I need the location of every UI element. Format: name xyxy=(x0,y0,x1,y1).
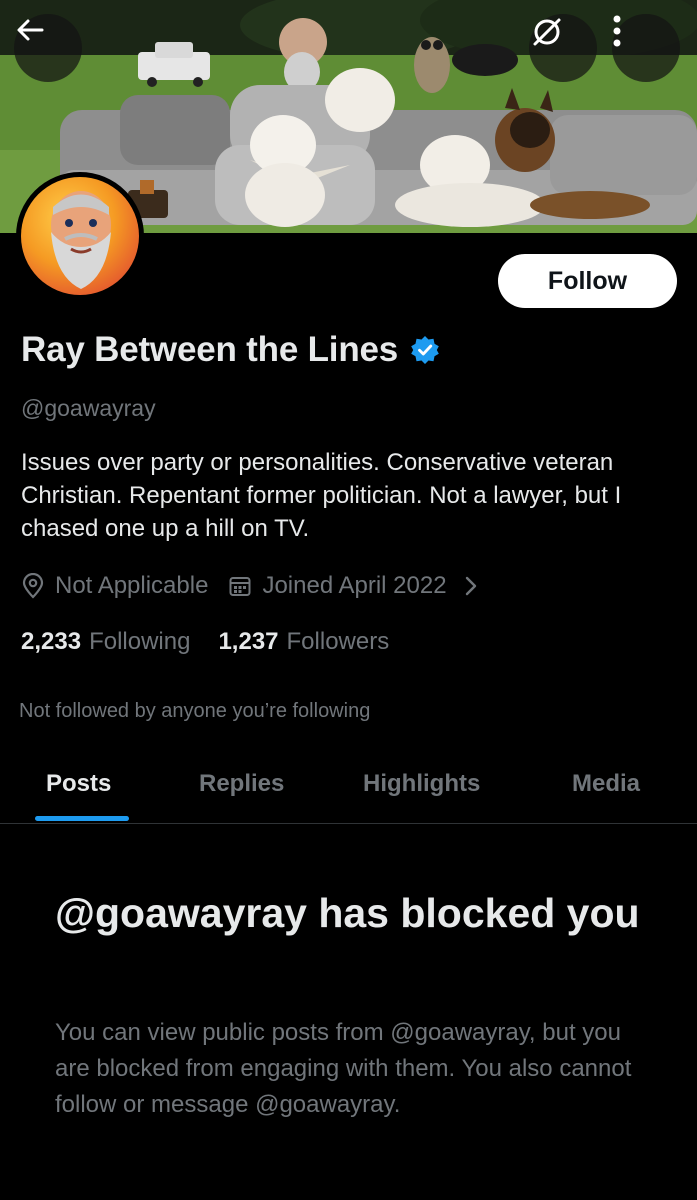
tab-posts[interactable]: Posts xyxy=(46,770,111,798)
profile-bio: Issues over party or personalities. Cons… xyxy=(21,449,622,542)
profile-tabs: Posts Replies Highlights Media xyxy=(0,752,697,824)
name-row: Ray Between the Lines xyxy=(21,330,440,370)
calendar-icon xyxy=(229,577,251,596)
more-options-button[interactable] xyxy=(612,14,680,82)
location-item: Not Applicable xyxy=(21,572,208,600)
verified-badge-icon[interactable] xyxy=(410,335,440,365)
grok-button[interactable] xyxy=(529,14,597,82)
followers-count: 1,237 xyxy=(218,628,279,655)
back-arrow-icon xyxy=(17,19,44,41)
joined-item[interactable]: Joined April 2022 xyxy=(228,572,490,600)
following-label: Following xyxy=(89,628,191,655)
back-button[interactable] xyxy=(14,14,82,82)
avatar-illustration xyxy=(51,191,111,289)
blocked-description: You can view public posts from @goawayra… xyxy=(55,1019,632,1118)
profile-screen: Follow Ray Between the Lines @goawayray … xyxy=(0,0,697,1200)
following-count: 2,233 xyxy=(21,628,82,655)
grok-icon xyxy=(533,18,561,46)
profile-meta: Not Applicable Joined April 2022 xyxy=(21,572,491,600)
follow-stats: 2,233 Following 1,237 Followers xyxy=(21,628,389,656)
avatar-image xyxy=(21,177,139,295)
chevron-right-icon xyxy=(465,576,476,596)
joined-text: Joined April 2022 xyxy=(262,572,447,599)
more-vertical-icon xyxy=(613,15,621,47)
user-handle: @goawayray xyxy=(21,395,156,421)
display-name: Ray Between the Lines xyxy=(21,330,399,369)
blocked-title: @goawayray has blocked you xyxy=(55,890,640,936)
location-pin-icon xyxy=(22,573,44,599)
location-text: Not Applicable xyxy=(55,572,209,599)
tab-media[interactable]: Media xyxy=(572,770,640,798)
followers-stat[interactable]: 1,237 Followers xyxy=(218,628,389,656)
tab-replies[interactable]: Replies xyxy=(199,770,284,798)
profile-avatar[interactable] xyxy=(16,172,144,300)
following-stat[interactable]: 2,233 Following xyxy=(21,628,190,656)
followers-label: Followers xyxy=(286,628,390,655)
active-tab-indicator xyxy=(35,816,129,821)
tab-highlights[interactable]: Highlights xyxy=(363,770,480,798)
follow-button[interactable]: Follow xyxy=(498,254,677,308)
followed-by-note: Not followed by anyone you’re following xyxy=(19,700,371,722)
